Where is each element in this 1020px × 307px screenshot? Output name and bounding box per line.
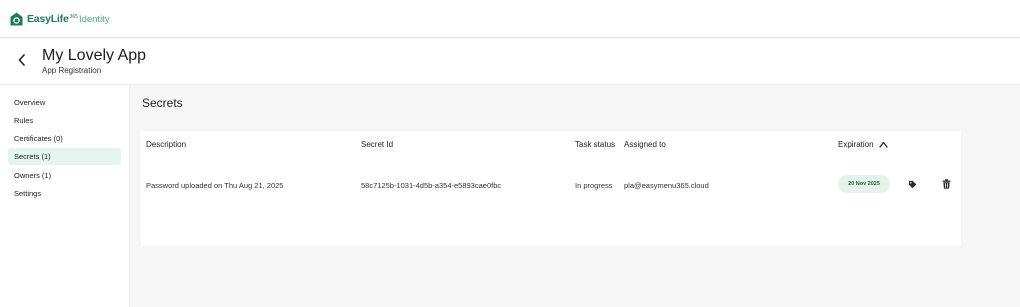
sort-ascending-icon[interactable] xyxy=(879,141,888,149)
column-header-description: Description xyxy=(146,140,187,149)
tag-button[interactable] xyxy=(907,179,917,189)
column-header-task-status: Task status xyxy=(575,140,616,149)
secrets-table: Description Secret Id Task status Assign… xyxy=(141,131,961,246)
page-header: My Lovely App App Registration xyxy=(0,39,1020,85)
column-header-expiration-label: Expiration xyxy=(838,140,874,149)
top-bar: EasyLife 365 Identity xyxy=(0,0,1020,38)
column-header-secret-id: Secret Id xyxy=(361,140,394,149)
column-header-expiration[interactable]: Expiration xyxy=(838,140,888,149)
cell-description: Password uploaded on Thu Aug 21, 2025 xyxy=(146,181,284,190)
cell-task-status: In progress xyxy=(575,181,613,190)
sidebar-item-certificates[interactable]: Certificates (0) xyxy=(8,130,121,147)
column-header-assigned-to: Assigned to xyxy=(624,140,666,149)
section-title: Secrets xyxy=(142,96,183,110)
tag-icon xyxy=(908,180,916,188)
brand-name: EasyLife xyxy=(27,12,69,25)
back-arrow-icon xyxy=(18,54,25,66)
trash-icon xyxy=(942,179,950,189)
sidebar-item-settings[interactable]: Settings xyxy=(8,185,121,202)
sidebar-item-owners[interactable]: Owners (1) xyxy=(8,167,121,184)
house-logo-icon xyxy=(10,12,23,26)
cell-secret-id: 58c7125b-1031-4d5b-a354-e5893cae0fbc xyxy=(361,181,502,190)
expiration-badge: 20 Nov 2025 xyxy=(838,175,890,193)
sidebar: Overview Rules Certificates (0) Secrets … xyxy=(0,86,130,307)
main-content: Secrets Description Secret Id Task statu… xyxy=(131,86,1020,307)
page-title: My Lovely App xyxy=(42,47,147,64)
back-button[interactable] xyxy=(15,53,29,67)
sidebar-item-rules[interactable]: Rules xyxy=(8,112,121,129)
sidebar-item-overview[interactable]: Overview xyxy=(8,94,121,111)
page-subtitle: App Registration xyxy=(42,66,102,75)
cell-assigned-to: pla@easymenu365.cloud xyxy=(624,181,709,190)
brand-suffix: Identity xyxy=(78,13,110,25)
delete-button[interactable] xyxy=(941,179,951,189)
sidebar-item-secrets[interactable]: Secrets (1) xyxy=(8,148,121,165)
brand-sup: 365 xyxy=(69,13,78,20)
brand-logo: EasyLife 365 Identity xyxy=(27,13,110,25)
